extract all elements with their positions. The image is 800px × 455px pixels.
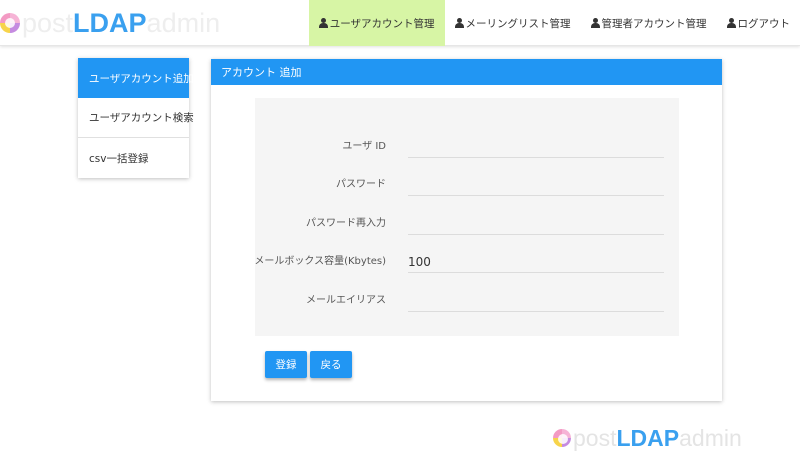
password-confirm-label: パスワード再入力 (306, 218, 386, 229)
form-row-user-id: ユーザ ID (255, 124, 679, 162)
nav-item-user-accounts[interactable]: ユーザアカウント管理 (308, 0, 445, 46)
panel-title: アカウント 追加 (211, 59, 722, 85)
password-label: パスワード (336, 179, 386, 190)
add-account-panel: アカウント 追加 ユーザ ID パスワード パスワード再入力 メールボックス容量… (211, 59, 722, 401)
logo-mark-icon (553, 429, 571, 447)
nav-item-logout[interactable]: ログアウト (717, 0, 800, 46)
password-confirm-input[interactable] (408, 205, 664, 235)
top-header: post LDAP admin ユーザアカウント管理 メーリングリスト管理 管理… (0, 0, 800, 46)
mail-alias-label: メールエイリアス (306, 295, 386, 306)
user-icon (726, 18, 736, 28)
main-nav: ユーザアカウント管理 メーリングリスト管理 管理者アカウント管理 ログアウト (308, 0, 800, 46)
sidebar-item-search-account[interactable]: ユーザアカウント検索 (78, 98, 194, 138)
app-logo[interactable]: post LDAP admin (0, 6, 220, 40)
logo-text-admin: admin (679, 424, 742, 451)
register-button[interactable]: 登録 (265, 351, 307, 378)
account-form: ユーザ ID パスワード パスワード再入力 メールボックス容量(Kbytes) … (254, 98, 679, 336)
nav-item-admin-accounts[interactable]: 管理者アカウント管理 (581, 0, 717, 46)
nav-item-label: ログアウト (737, 17, 791, 30)
nav-item-label: ユーザアカウント管理 (329, 17, 435, 30)
footer-logo: post LDAP admin (553, 424, 742, 452)
password-input[interactable] (408, 166, 664, 196)
logo-text-admin: admin (146, 7, 221, 38)
sidebar: ユーザアカウント追加 ユーザアカウント検索 csv一括登録 (78, 58, 194, 178)
user-id-input[interactable] (408, 128, 664, 158)
form-row-mail-alias: メールエイリアス (255, 278, 679, 316)
user-icon (590, 18, 600, 28)
logo-text-ldap: LDAP (616, 424, 680, 451)
nav-item-label: 管理者アカウント管理 (601, 17, 707, 30)
logo-text-post: post (22, 7, 74, 38)
nav-item-mailing-lists[interactable]: メーリングリスト管理 (445, 0, 581, 46)
form-row-password-confirm: パスワード再入力 (255, 201, 679, 239)
nav-item-label: メーリングリスト管理 (465, 17, 571, 30)
user-icon (318, 18, 328, 28)
sidebar-item-csv-import[interactable]: csv一括登録 (78, 138, 189, 178)
mailbox-quota-label: メールボックス容量(Kbytes) (254, 256, 386, 267)
sidebar-item-add-account[interactable]: ユーザアカウント追加 (78, 58, 194, 98)
mail-alias-input[interactable] (408, 282, 664, 312)
logo-text-ldap: LDAP (73, 7, 147, 38)
user-icon (454, 18, 464, 28)
user-id-label: ユーザ ID (342, 141, 386, 152)
form-row-mailbox-quota: メールボックス容量(Kbytes) (254, 239, 679, 277)
logo-mark-icon (0, 13, 20, 33)
back-button[interactable]: 戻る (310, 351, 352, 378)
form-row-password: パスワード (255, 162, 679, 200)
mailbox-quota-input[interactable] (408, 243, 664, 273)
logo-text-post: post (573, 424, 617, 451)
